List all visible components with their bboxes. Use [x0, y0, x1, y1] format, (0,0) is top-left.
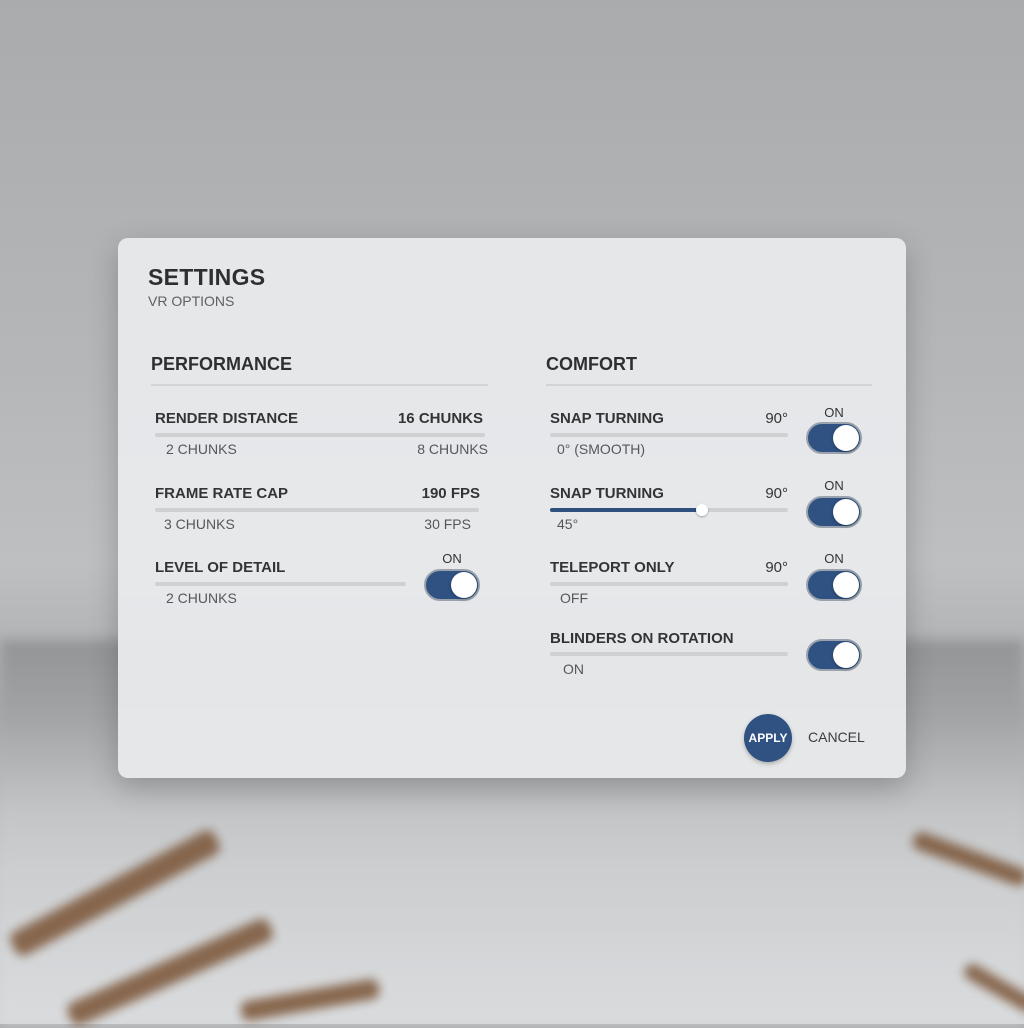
dialog-subtitle: VR OPTIONS	[148, 293, 235, 309]
toggle-knob	[833, 499, 859, 525]
snap-turning-toggle[interactable]	[806, 422, 862, 454]
level-of-detail-sub-label: 2 CHUNKS	[166, 590, 237, 606]
snap-turning-value: 90°	[765, 410, 788, 427]
render-distance-value: 16 CHUNKS	[397, 410, 483, 427]
teleport-only-sub-label: OFF	[560, 590, 588, 606]
toggle-knob	[833, 572, 859, 598]
slider-fill	[550, 508, 703, 512]
toggle-knob	[833, 642, 859, 668]
snap-turning-angle-slider[interactable]	[550, 504, 788, 516]
performance-divider	[151, 384, 488, 386]
comfort-divider	[546, 384, 872, 386]
render-distance-slider[interactable]	[155, 433, 485, 437]
teleport-only-slider[interactable]	[550, 582, 788, 586]
render-distance-max-label: 8 CHUNKS	[417, 441, 488, 457]
snap-turning-angle-label: SNAP TURNING	[550, 485, 664, 502]
comfort-heading: COMFORT	[546, 354, 637, 374]
snap-turning-angle-value: 90°	[765, 485, 788, 502]
frame-rate-cap-slider[interactable]	[155, 508, 479, 512]
level-of-detail-label: LEVEL OF DETAIL	[155, 559, 286, 576]
level-of-detail-slider[interactable]	[155, 582, 406, 586]
render-distance-min-label: 2 CHUNKS	[166, 441, 237, 457]
dialog-title: SETTINGS	[148, 264, 266, 290]
teleport-only-toggle-label: ON	[824, 551, 844, 566]
slider-handle[interactable]	[696, 504, 709, 516]
snap-turning-toggle-label: ON	[824, 405, 844, 420]
snap-turning-slider[interactable]	[550, 433, 788, 437]
toggle-knob	[833, 425, 859, 451]
settings-dialog: SETTINGS VR OPTIONS PERFORMANCE RENDER D…	[118, 238, 906, 778]
snap-turning-label: SNAP TURNING	[550, 410, 664, 427]
level-of-detail-toggle[interactable]	[424, 569, 480, 601]
cancel-button[interactable]: CANCEL	[808, 729, 865, 745]
blinders-on-rotation-slider[interactable]	[550, 652, 788, 656]
frame-rate-cap-min-label: 3 CHUNKS	[164, 516, 235, 532]
blinders-on-rotation-sub-label: ON	[563, 661, 584, 677]
toggle-knob	[451, 572, 477, 598]
performance-heading: PERFORMANCE	[151, 354, 293, 374]
frame-rate-cap-max-label: 30 FPS	[424, 516, 471, 532]
blinders-on-rotation-toggle[interactable]	[806, 639, 862, 671]
snap-turning-angle-sub-label: 45°	[557, 516, 579, 532]
snap-turning-sub-label: 0° (SMOOTH)	[557, 441, 646, 457]
frame-rate-cap-value: 190 FPS	[421, 485, 480, 502]
teleport-only-label: TELEPORT ONLY	[550, 559, 675, 576]
teleport-only-value: 90°	[765, 559, 788, 576]
teleport-only-toggle[interactable]	[806, 569, 862, 601]
render-distance-label: RENDER DISTANCE	[155, 410, 299, 427]
snap-turning-angle-toggle[interactable]	[806, 496, 862, 528]
apply-button[interactable]: APPLY	[744, 714, 792, 762]
frame-rate-cap-label: FRAME RATE CAP	[155, 485, 289, 502]
snap-turning-angle-toggle-label: ON	[824, 478, 844, 493]
level-of-detail-toggle-label: ON	[442, 551, 462, 566]
blinders-on-rotation-label: BLINDERS ON ROTATION	[550, 630, 734, 647]
